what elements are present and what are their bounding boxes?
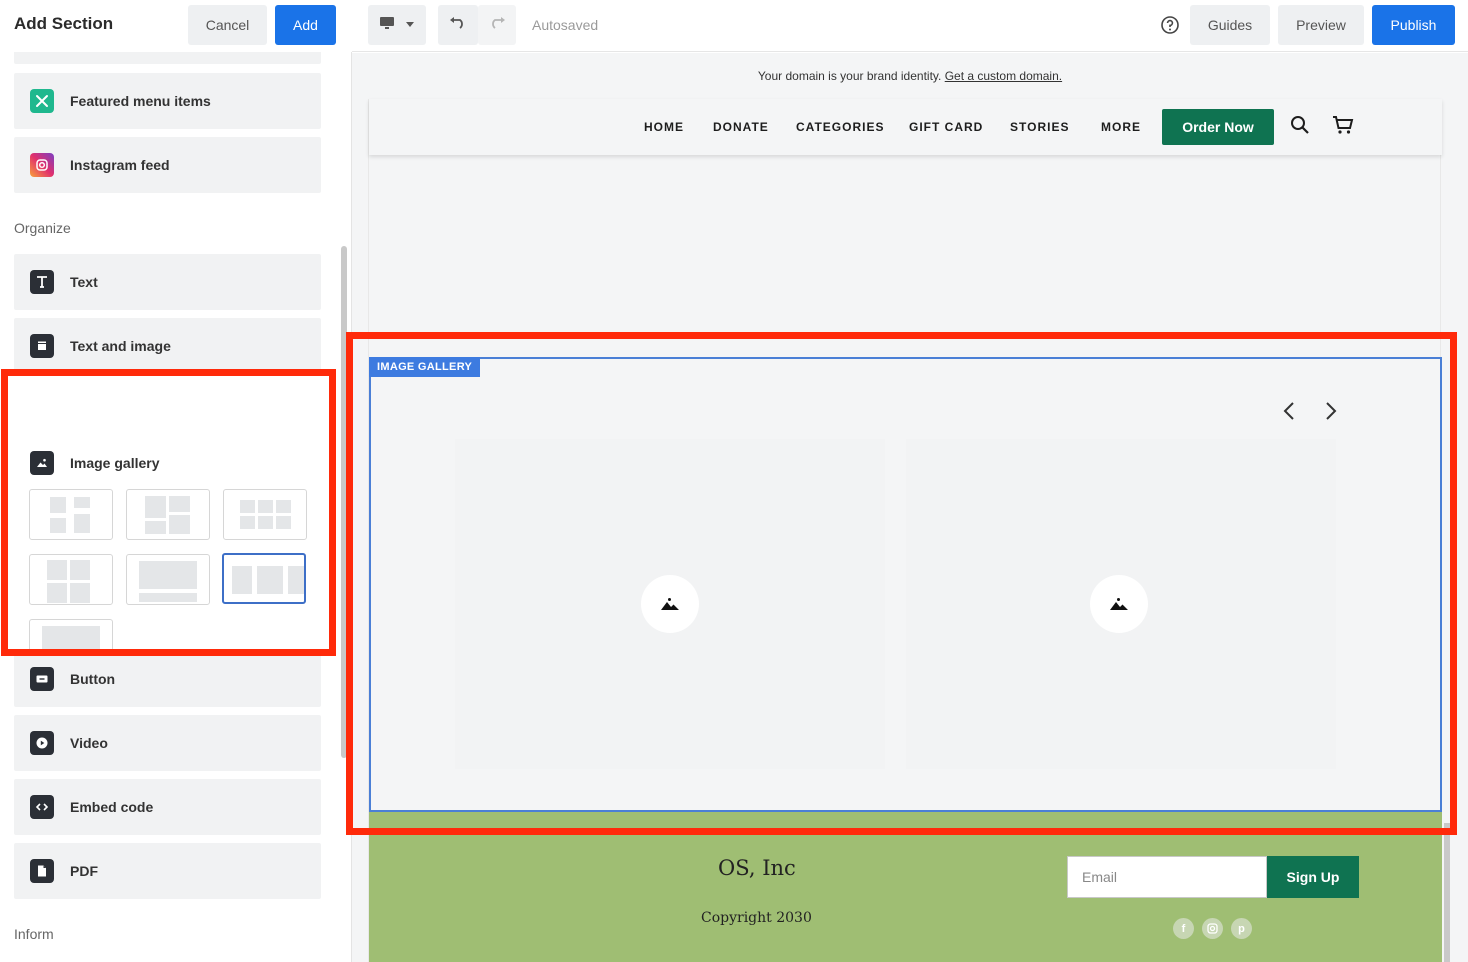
section-item-text[interactable]: Text — [14, 254, 321, 310]
text-image-icon — [30, 334, 54, 358]
fork-knife-icon — [30, 89, 54, 113]
section-item-label: Embed code — [70, 799, 154, 815]
publish-button[interactable]: Publish — [1372, 5, 1455, 45]
section-type-badge: IMAGE GALLERY — [369, 357, 481, 377]
order-now-button[interactable]: Order Now — [1162, 109, 1274, 145]
section-list[interactable]: Featured menu items Instagram feed Organ… — [0, 52, 338, 962]
nav-gift-card[interactable]: GIFT CARD — [909, 120, 983, 134]
desktop-icon — [379, 16, 395, 35]
section-item-button[interactable]: Button — [14, 651, 321, 707]
add-button[interactable]: Add — [275, 5, 336, 45]
domain-notice: Your domain is your brand identity. Get … — [352, 69, 1468, 83]
redo-icon — [488, 16, 506, 34]
copyright-text: Copyright 2030 — [701, 910, 812, 926]
button-icon — [30, 667, 54, 691]
gallery-layout-option-3[interactable] — [223, 489, 307, 540]
section-item-label: Image gallery — [70, 455, 160, 471]
gallery-layout-option-4[interactable] — [29, 554, 113, 605]
undo-button[interactable] — [438, 5, 478, 45]
section-item-instagram[interactable]: Instagram feed — [14, 137, 321, 193]
section-item-label: Button — [70, 671, 116, 687]
help-icon[interactable] — [1160, 15, 1180, 40]
redo-button[interactable] — [478, 5, 516, 45]
section-item-pdf[interactable]: PDF — [14, 843, 321, 899]
add-section-panel: Add Section Cancel Add Featured menu ite… — [0, 0, 352, 962]
editor-toolbar: Autosaved Guides Preview Publish — [352, 0, 1468, 52]
section-item-label: Featured menu items — [70, 93, 211, 109]
sign-up-button[interactable]: Sign Up — [1267, 856, 1359, 898]
cancel-button[interactable]: Cancel — [188, 5, 267, 45]
panel-scrollbar[interactable] — [341, 246, 347, 758]
company-name: OS, Inc — [718, 856, 796, 880]
inform-heading: Inform — [14, 926, 54, 942]
cart-icon[interactable] — [1332, 115, 1354, 140]
play-icon — [30, 731, 54, 755]
pinterest-icon[interactable]: p — [1231, 918, 1252, 939]
search-icon[interactable] — [1290, 115, 1310, 140]
device-view-dropdown[interactable] — [368, 5, 426, 45]
nav-stories[interactable]: STORIES — [1010, 120, 1069, 134]
email-field[interactable] — [1067, 856, 1267, 898]
text-icon — [30, 270, 54, 294]
canvas-scrollbar[interactable] — [1444, 823, 1450, 962]
autosave-status: Autosaved — [532, 17, 599, 33]
gallery-layout-option-6-selected[interactable] — [222, 553, 306, 604]
custom-domain-link[interactable]: Get a custom domain. — [945, 69, 1062, 83]
preview-button[interactable]: Preview — [1278, 5, 1364, 45]
editor-canvas: Your domain is your brand identity. Get … — [352, 53, 1468, 962]
section-item-featured-menu[interactable]: Featured menu items — [14, 73, 321, 129]
section-item-embed-code[interactable]: Embed code — [14, 779, 321, 835]
nav-categories[interactable]: CATEGORIES — [796, 120, 884, 134]
site-footer: OS, Inc Copyright 2030 Sign Up f p — [369, 812, 1442, 962]
nav-donate[interactable]: DONATE — [713, 120, 769, 134]
instagram-icon[interactable] — [1202, 918, 1223, 939]
nav-home[interactable]: HOME — [644, 120, 684, 134]
image-placeholder-icon — [641, 575, 699, 633]
image-placeholder-icon — [1090, 575, 1148, 633]
gallery-layout-option-5[interactable] — [126, 554, 210, 605]
nav-more[interactable]: MORE — [1101, 120, 1141, 134]
document-icon — [30, 859, 54, 883]
site-navigation: HOME DONATE CATEGORIES GIFT CARD STORIES… — [369, 99, 1442, 155]
section-item-label: Text and image — [70, 338, 171, 354]
panel-title: Add Section — [14, 14, 114, 33]
instagram-icon — [30, 153, 54, 177]
section-item-video[interactable]: Video — [14, 715, 321, 771]
organize-heading: Organize — [14, 220, 71, 236]
undo-icon — [449, 16, 467, 34]
guides-button[interactable]: Guides — [1190, 5, 1270, 45]
gallery-layout-option-2[interactable] — [126, 489, 210, 540]
site-preview: HOME DONATE CATEGORIES GIFT CARD STORIES… — [368, 99, 1442, 962]
gallery-image-placeholder[interactable] — [455, 439, 885, 769]
code-icon — [30, 795, 54, 819]
gallery-image-placeholder[interactable] — [906, 439, 1336, 769]
image-icon — [30, 451, 54, 475]
domain-notice-text: Your domain is your brand identity. — [757, 69, 942, 83]
section-item-label: PDF — [70, 863, 98, 879]
panel-header: Add Section Cancel Add — [0, 0, 352, 52]
section-item-label: Text — [70, 274, 98, 290]
section-item-image-gallery[interactable]: Image gallery — [14, 440, 321, 686]
section-item-label: Instagram feed — [70, 157, 170, 173]
chevron-right-icon[interactable] — [1325, 401, 1337, 426]
section-item-partial[interactable] — [14, 52, 321, 64]
chevron-down-icon — [405, 16, 415, 34]
section-item-label: Video — [70, 735, 108, 751]
gallery-layout-option-1[interactable] — [29, 489, 113, 540]
facebook-icon[interactable]: f — [1173, 918, 1194, 939]
chevron-left-icon[interactable] — [1283, 401, 1295, 426]
image-gallery-section[interactable]: IMAGE GALLERY — [369, 357, 1442, 812]
section-item-text-and-image[interactable]: Text and image — [14, 318, 321, 374]
